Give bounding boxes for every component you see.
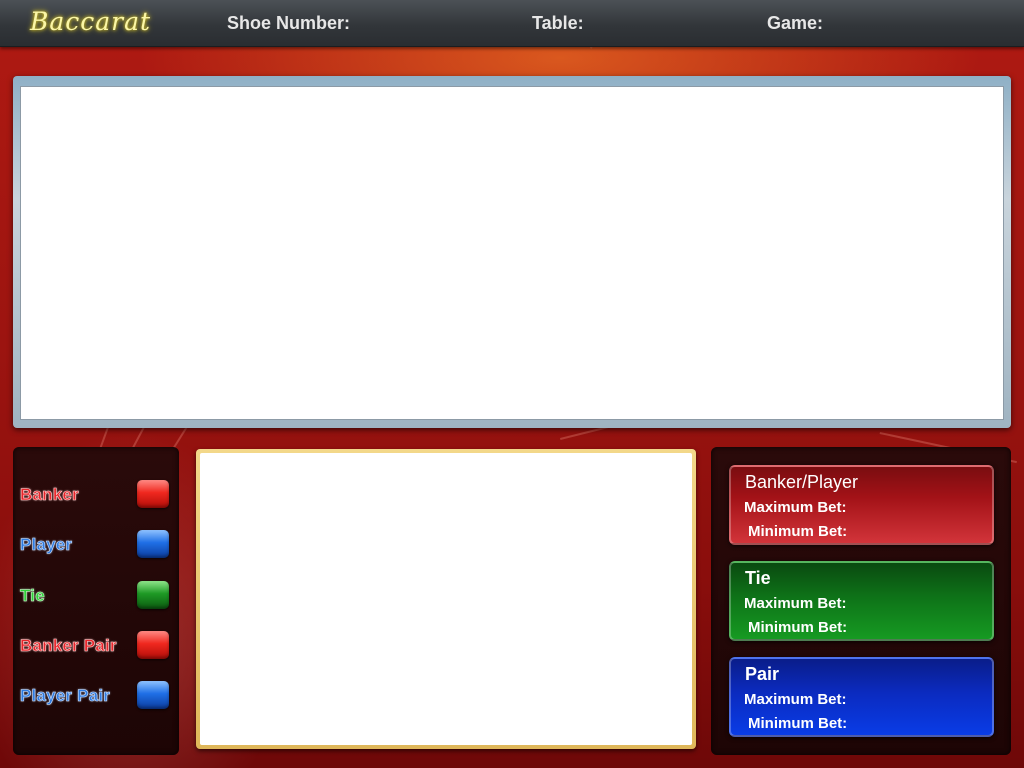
legend-label-tie: Tie: [20, 586, 45, 606]
tie-limits-card: Tie Maximum Bet: Minimum Bet:: [729, 561, 994, 641]
bet-limits-panel: Banker/Player Maximum Bet: Minimum Bet: …: [711, 447, 1011, 755]
legend-panel: Banker Player Tie Banker Pair Player Pai…: [13, 447, 179, 755]
player-pair-button[interactable]: [137, 681, 169, 709]
legend-item-player[interactable]: Player: [13, 527, 179, 563]
legend-label-player: Player: [20, 535, 73, 555]
banker-pair-button[interactable]: [137, 631, 169, 659]
pair-title: Pair: [745, 664, 780, 684]
secondary-road-board: [196, 449, 696, 749]
shoe-number-label: Shoe Number:: [227, 13, 351, 33]
main-road-board: [13, 76, 1011, 428]
legend-item-banker-pair[interactable]: Banker Pair: [13, 628, 179, 664]
tie-min-bet: Minimum Bet:: [748, 619, 848, 636]
legend-item-player-pair[interactable]: Player Pair: [13, 678, 179, 714]
player-button[interactable]: [137, 530, 169, 558]
banker-player-min-bet: Minimum Bet:: [748, 523, 848, 540]
tie-button[interactable]: [137, 581, 169, 609]
banker-player-title: Banker/Player: [745, 472, 859, 492]
main-road-grid: [20, 86, 1004, 420]
game-label: Game:: [767, 13, 824, 33]
legend-label-player-pair: Player Pair: [20, 686, 111, 706]
banker-button[interactable]: [137, 480, 169, 508]
baccarat-logo: Baccarat: [30, 7, 152, 36]
pair-max-bet: Maximum Bet:: [744, 691, 847, 708]
secondary-road-grid: [200, 453, 692, 745]
banker-player-limits-card: Banker/Player Maximum Bet: Minimum Bet:: [729, 465, 994, 545]
legend-label-banker-pair: Banker Pair: [20, 636, 117, 656]
baccarat-screen: Baccarat Shoe Number: Table: Game: Banke…: [0, 0, 1024, 768]
pair-min-bet: Minimum Bet:: [748, 715, 848, 732]
legend-item-banker[interactable]: Banker: [13, 477, 179, 513]
tie-max-bet: Maximum Bet:: [744, 595, 847, 612]
banker-player-max-bet: Maximum Bet:: [744, 499, 847, 516]
header-bar: Baccarat Shoe Number: Table: Game:: [0, 0, 1024, 47]
table-label: Table:: [532, 13, 584, 33]
legend-item-tie[interactable]: Tie: [13, 578, 179, 614]
pair-limits-card: Pair Maximum Bet: Minimum Bet:: [729, 657, 994, 737]
tie-title: Tie: [745, 568, 771, 588]
legend-label-banker: Banker: [20, 485, 79, 505]
